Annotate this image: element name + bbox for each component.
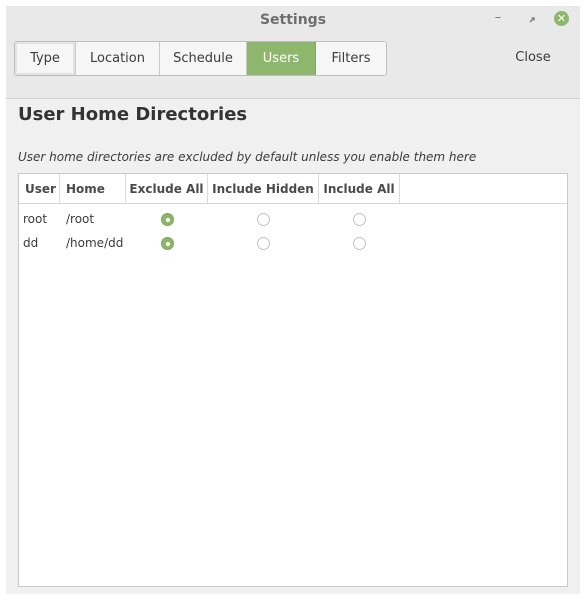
tab-filters[interactable]: Filters [316, 42, 386, 75]
maximize-glyph [529, 17, 535, 23]
tab-schedule[interactable]: Schedule [160, 42, 247, 75]
home-cell: /root [66, 212, 95, 226]
tab-users[interactable]: Users [247, 42, 316, 75]
include-all-cell [319, 212, 400, 226]
column-header-exclude-all[interactable]: Exclude All [126, 174, 208, 203]
settings-window: Settings – ✕ Type Location Schedule User… [6, 6, 580, 594]
header-bar: Settings – ✕ Type Location Schedule User… [6, 6, 580, 99]
user-cell: root [23, 212, 48, 226]
tab-bar: Type Location Schedule Users Filters [14, 41, 387, 76]
column-header-user[interactable]: User [19, 174, 60, 203]
page-title: User Home Directories [18, 104, 248, 125]
maximize-icon[interactable] [524, 12, 540, 28]
include-all-radio[interactable] [353, 236, 366, 250]
close-icon[interactable]: ✕ [554, 11, 569, 26]
include-hidden-radio[interactable] [257, 236, 270, 250]
column-header-include-hidden[interactable]: Include Hidden [208, 174, 319, 203]
table-header: User Home Exclude All Include Hidden Inc… [19, 174, 567, 204]
tab-type[interactable]: Type [15, 42, 76, 75]
exclude-all-cell [126, 212, 208, 226]
tab-location[interactable]: Location [76, 42, 160, 75]
include-hidden-cell [208, 212, 319, 226]
home-cell: /home/dd [66, 236, 124, 250]
exclude-all-cell [126, 236, 208, 250]
exclude-all-radio[interactable] [160, 212, 174, 226]
minimize-icon[interactable]: – [490, 9, 506, 25]
page-subtitle: User home directories are excluded by de… [18, 150, 477, 164]
close-button[interactable]: Close [503, 48, 563, 68]
include-hidden-cell [208, 236, 319, 250]
include-all-cell [319, 236, 400, 250]
include-hidden-radio[interactable] [257, 212, 270, 226]
table-row[interactable]: dd /home/dd [19, 231, 567, 255]
column-header-include-all[interactable]: Include All [319, 174, 400, 203]
users-table: User Home Exclude All Include Hidden Inc… [18, 173, 568, 587]
column-header-home[interactable]: Home [60, 174, 126, 203]
exclude-all-radio[interactable] [160, 236, 174, 250]
user-cell: dd [23, 236, 39, 250]
include-all-radio[interactable] [353, 212, 366, 226]
table-row[interactable]: root /root [19, 207, 567, 231]
